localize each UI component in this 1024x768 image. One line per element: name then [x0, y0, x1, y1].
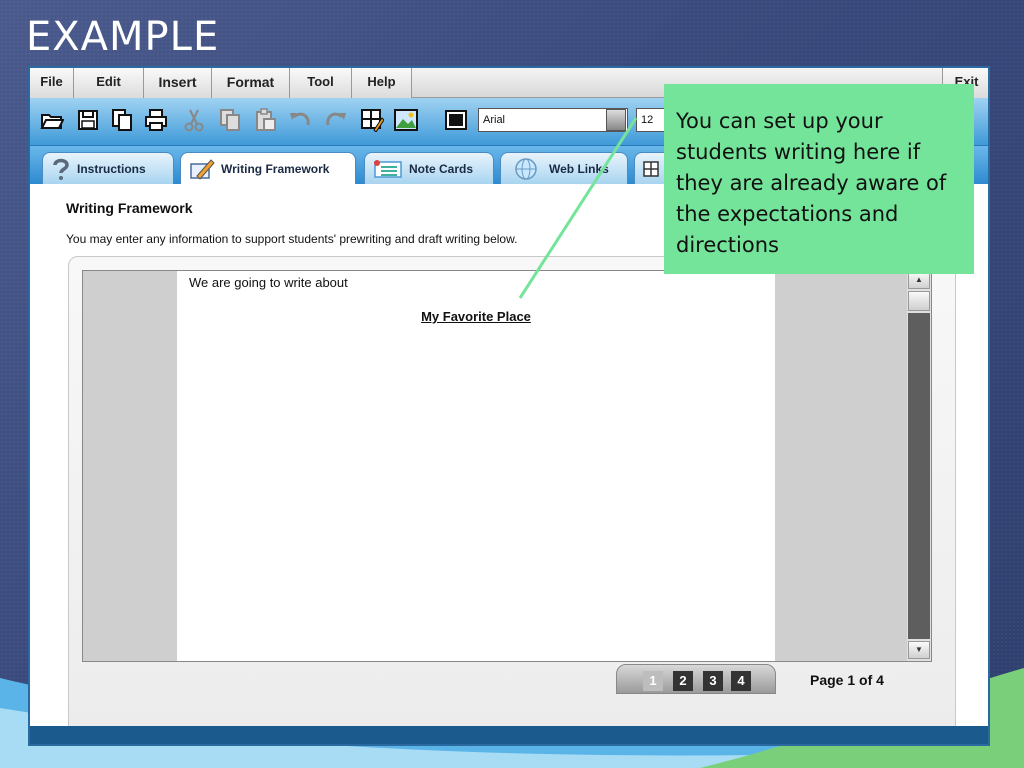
scroll-down-arrow-icon[interactable]: ▼ — [908, 641, 930, 659]
scroll-thumb[interactable] — [908, 291, 930, 311]
slide-title: EXAMPLE — [26, 14, 220, 60]
callout-note: You can set up your students writing her… — [664, 84, 974, 274]
page-button-2[interactable]: 2 — [673, 671, 693, 691]
font-size-input[interactable] — [636, 108, 666, 132]
content-subtitle: You may enter any information to support… — [66, 232, 518, 246]
copy-icon[interactable] — [216, 106, 244, 134]
editor-text-area[interactable]: We are going to write about My Favorite … — [177, 271, 775, 661]
vertical-scrollbar[interactable]: ▲ ▼ — [907, 271, 931, 661]
scroll-track[interactable] — [908, 313, 930, 639]
open-folder-icon[interactable] — [38, 106, 66, 134]
page-navigator: 1 2 3 4 — [616, 664, 776, 694]
menu-tool[interactable]: Tool — [290, 68, 352, 98]
grid-icon — [643, 160, 659, 177]
tab-instructions[interactable]: Instructions — [42, 152, 174, 184]
globe-icon — [515, 157, 537, 180]
table-edit-icon[interactable] — [358, 106, 386, 134]
print-icon[interactable] — [142, 106, 170, 134]
editor-line-intro: We are going to write about — [189, 275, 348, 290]
menu-edit[interactable]: Edit — [74, 68, 144, 98]
menu-help[interactable]: Help — [352, 68, 412, 98]
menu-format[interactable]: Format — [212, 68, 290, 98]
color-icon[interactable] — [442, 106, 470, 134]
cut-icon[interactable] — [180, 106, 208, 134]
redo-icon[interactable] — [322, 106, 350, 134]
note-card-icon — [374, 159, 402, 178]
copy-doc-icon[interactable] — [108, 106, 136, 134]
tab-writing-framework[interactable]: Writing Framework — [180, 152, 356, 184]
window-bottom-strip — [30, 726, 988, 744]
menu-insert[interactable]: Insert — [144, 68, 212, 98]
image-icon[interactable] — [392, 106, 420, 134]
question-icon — [53, 158, 69, 180]
editor-line-topic: My Favorite Place — [421, 309, 531, 324]
tab-writing-framework-label: Writing Framework — [221, 161, 330, 176]
tab-web-links-label: Web Links — [549, 161, 609, 176]
tab-web-links[interactable]: Web Links — [500, 152, 628, 184]
menu-file[interactable]: File — [30, 68, 74, 98]
save-icon[interactable] — [74, 106, 102, 134]
page-button-1[interactable]: 1 — [643, 671, 663, 691]
editor-frame: We are going to write about My Favorite … — [82, 270, 932, 662]
content-header: Writing Framework — [66, 200, 193, 216]
tab-instructions-label: Instructions — [77, 161, 146, 176]
undo-icon[interactable] — [286, 106, 314, 134]
page-button-4[interactable]: 4 — [731, 671, 751, 691]
tab-note-cards-label: Note Cards — [409, 161, 474, 176]
pencil-icon — [190, 158, 215, 180]
page-count-label: Page 1 of 4 — [810, 672, 884, 688]
font-family-dropdown-button[interactable] — [606, 109, 626, 131]
page-button-3[interactable]: 3 — [703, 671, 723, 691]
tab-note-cards[interactable]: Note Cards — [364, 152, 494, 184]
paste-icon[interactable] — [252, 106, 280, 134]
